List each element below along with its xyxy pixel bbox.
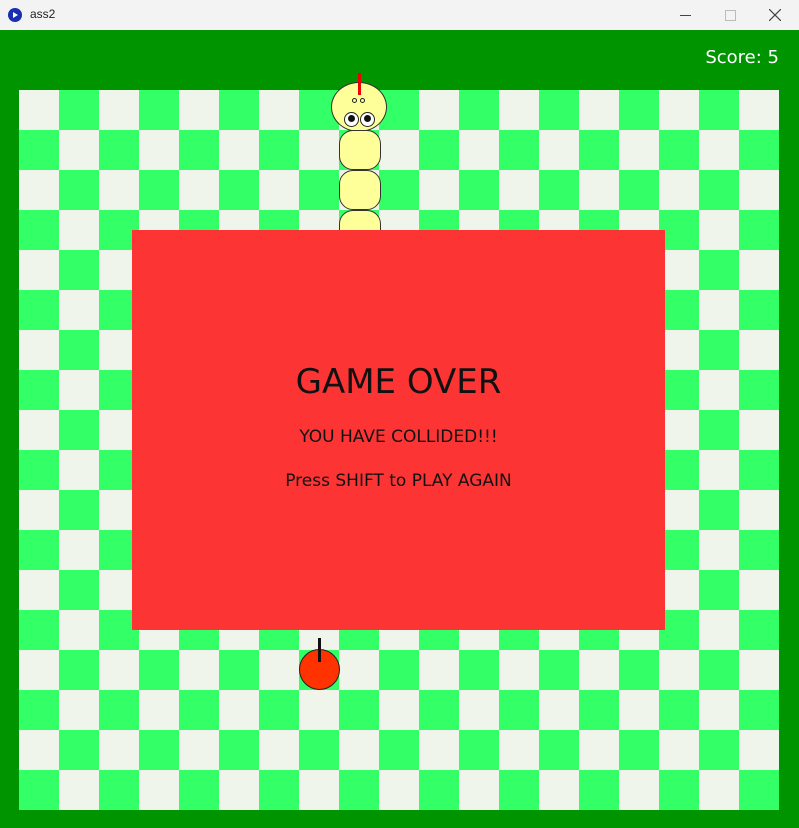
apple-stem xyxy=(318,638,321,662)
close-button[interactable] xyxy=(752,0,798,30)
window-titlebar: ass2 xyxy=(0,0,799,31)
game-over-message: YOU HAVE COLLIDED!!! xyxy=(299,427,498,447)
score-display: Score: 5 xyxy=(705,47,779,68)
play-again-hint: Press SHIFT to PLAY AGAIN xyxy=(285,471,512,491)
game-over-panel: GAME OVER YOU HAVE COLLIDED!!! Press SHI… xyxy=(132,230,665,630)
snake-pupil xyxy=(348,115,355,122)
snake-segment xyxy=(339,130,381,170)
snake-segment xyxy=(339,170,381,210)
game-over-title: GAME OVER xyxy=(295,362,502,402)
snake-eye xyxy=(360,112,375,127)
snake-eye xyxy=(344,112,359,127)
minimize-button[interactable] xyxy=(662,0,708,30)
app-icon xyxy=(8,8,22,22)
snake-pupil xyxy=(364,115,371,122)
snake-tongue xyxy=(358,73,361,95)
minimize-icon xyxy=(679,14,691,16)
maximize-icon xyxy=(724,9,736,21)
maximize-button[interactable] xyxy=(707,0,753,30)
game-canvas[interactable]: Score: 5 GAME OVER YOU HAVE COLLIDED!!! … xyxy=(0,30,799,828)
window-title: ass2 xyxy=(30,7,56,21)
snake-nostril xyxy=(360,98,365,103)
close-icon xyxy=(769,9,781,21)
snake-nostril xyxy=(352,98,357,103)
